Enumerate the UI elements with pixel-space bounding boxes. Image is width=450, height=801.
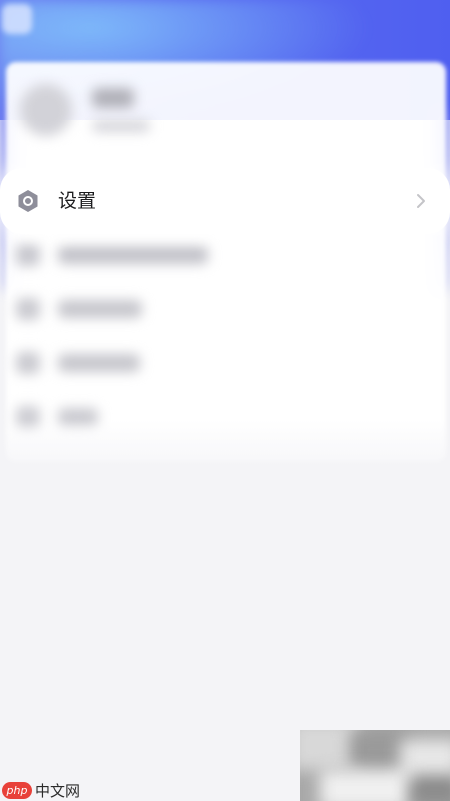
blurred-menu-icon xyxy=(16,244,40,266)
blurred-app-icon xyxy=(2,4,32,34)
blurred-subtitle xyxy=(92,120,150,132)
blurred-menu-item xyxy=(58,300,142,318)
watermark: php 中文网 xyxy=(2,780,80,800)
watermark-site-text: 中文网 xyxy=(35,781,81,800)
blurred-thumbnail xyxy=(300,730,450,801)
gear-icon xyxy=(18,190,38,212)
blurred-menu-item xyxy=(58,246,208,264)
blurred-username xyxy=(92,88,134,108)
blurred-avatar xyxy=(20,84,72,136)
chevron-right-icon xyxy=(417,194,425,208)
panel-fade xyxy=(0,420,450,480)
settings-menu-item[interactable]: 设置 xyxy=(0,168,450,234)
blurred-menu-icon xyxy=(16,298,40,320)
blurred-menu-icon xyxy=(16,352,40,374)
watermark-logo: php xyxy=(2,781,32,799)
settings-label: 设置 xyxy=(58,190,97,212)
blurred-menu-item xyxy=(58,354,140,372)
